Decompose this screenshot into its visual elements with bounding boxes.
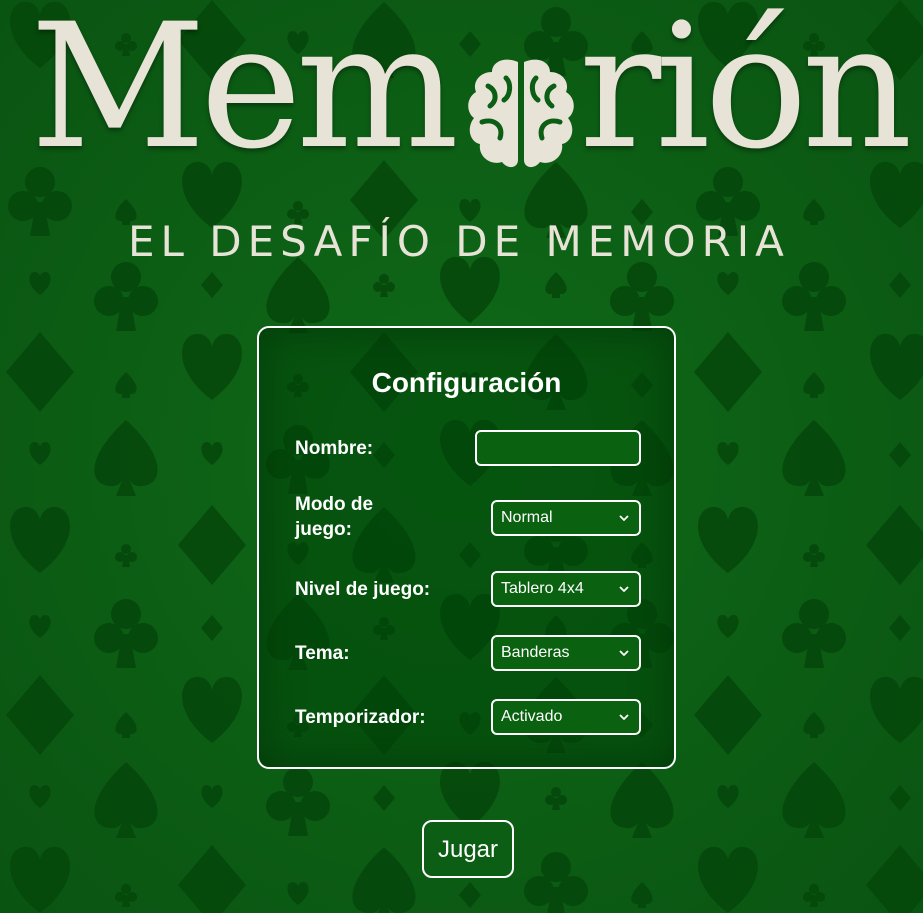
chevron-down-icon [619, 586, 629, 593]
configuration-panel: Configuración Nombre: Modo de juego: Nor… [257, 326, 676, 769]
game-level-select[interactable]: Tablero 4x4 [491, 571, 641, 607]
panel-title: Configuración [371, 367, 562, 398]
logo: Mem rión EL DESAFÍO DE MEMORIA [0, 0, 923, 280]
game-level-label: Nivel de juego: [295, 579, 431, 600]
name-input[interactable] [475, 430, 641, 466]
game-mode-value: Normal [501, 509, 553, 526]
chevron-down-icon [619, 650, 629, 657]
theme-label: Tema: [295, 643, 350, 664]
theme-value: Banderas [501, 644, 570, 661]
timer-label: Temporizador: [295, 707, 426, 728]
chevron-down-icon [619, 714, 629, 721]
timer-value: Activado [501, 708, 563, 725]
game-mode-label: Modo de juego: [295, 494, 374, 540]
game-mode-select[interactable]: Normal [491, 500, 641, 536]
game-level-value: Tablero 4x4 [501, 580, 584, 597]
name-label: Nombre: [295, 438, 374, 459]
theme-select[interactable]: Banderas [491, 635, 641, 671]
play-button[interactable]: Jugar [422, 820, 514, 878]
logo-title-start: Mem [30, 0, 459, 187]
logo-title-end: rión [579, 0, 913, 187]
chevron-down-icon [619, 515, 629, 522]
brain-icon [468, 59, 574, 168]
timer-select[interactable]: Activado [491, 699, 641, 735]
logo-subtitle: EL DESAFÍO DE MEMORIA [128, 217, 790, 266]
